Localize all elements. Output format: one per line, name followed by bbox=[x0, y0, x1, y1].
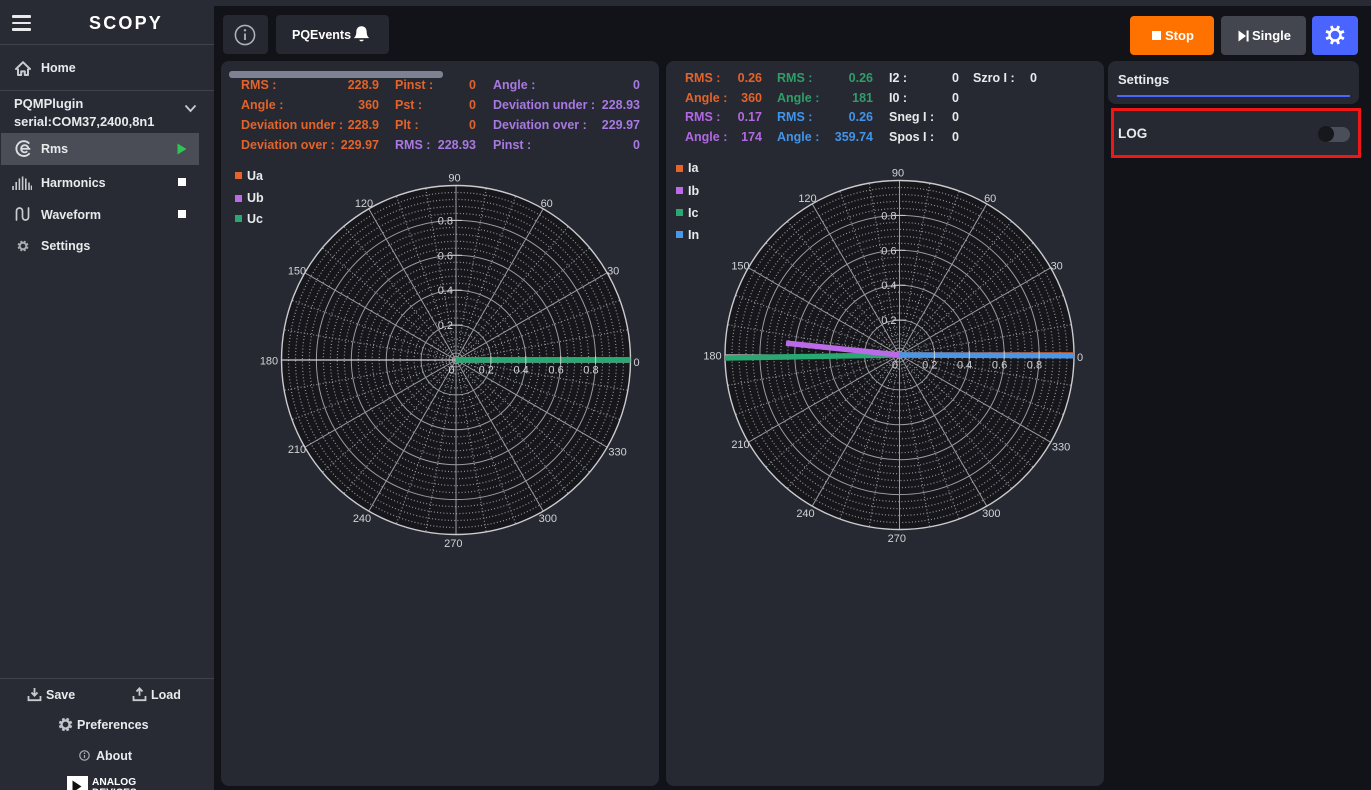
svg-text:120: 120 bbox=[355, 198, 373, 210]
svg-text:270: 270 bbox=[444, 538, 462, 550]
svg-text:150: 150 bbox=[731, 261, 749, 273]
svg-text:300: 300 bbox=[539, 513, 557, 525]
svg-text:0: 0 bbox=[448, 365, 454, 377]
svg-text:120: 120 bbox=[798, 193, 816, 205]
svg-text:0.8: 0.8 bbox=[438, 215, 453, 227]
svg-text:0.6: 0.6 bbox=[438, 250, 453, 262]
svg-text:0.2: 0.2 bbox=[438, 320, 453, 332]
svg-text:330: 330 bbox=[608, 446, 626, 458]
svg-text:90: 90 bbox=[892, 168, 904, 180]
svg-text:210: 210 bbox=[731, 439, 749, 451]
svg-text:ANALOG: ANALOG bbox=[92, 777, 136, 788]
svg-text:60: 60 bbox=[984, 193, 996, 205]
svg-text:180: 180 bbox=[260, 355, 278, 367]
svg-text:0.8: 0.8 bbox=[1027, 360, 1042, 372]
svg-text:150: 150 bbox=[288, 266, 306, 278]
svg-text:0.4: 0.4 bbox=[438, 285, 453, 297]
svg-text:330: 330 bbox=[1052, 441, 1070, 453]
svg-text:30: 30 bbox=[1051, 261, 1063, 273]
svg-text:0.8: 0.8 bbox=[583, 365, 598, 377]
svg-text:0.2: 0.2 bbox=[881, 315, 896, 327]
svg-text:0.4: 0.4 bbox=[957, 360, 972, 372]
svg-text:0: 0 bbox=[892, 360, 898, 372]
svg-text:60: 60 bbox=[541, 198, 553, 210]
svg-text:240: 240 bbox=[353, 513, 371, 525]
svg-text:0.8: 0.8 bbox=[881, 210, 896, 222]
svg-text:30: 30 bbox=[607, 266, 619, 278]
svg-text:180: 180 bbox=[703, 350, 721, 362]
svg-text:240: 240 bbox=[796, 508, 814, 520]
svg-text:0.4: 0.4 bbox=[881, 280, 896, 292]
svg-text:0.2: 0.2 bbox=[922, 360, 937, 372]
svg-text:0.6: 0.6 bbox=[992, 360, 1007, 372]
svg-text:0: 0 bbox=[1077, 352, 1083, 364]
svg-text:210: 210 bbox=[288, 444, 306, 456]
svg-text:0.6: 0.6 bbox=[881, 245, 896, 257]
svg-text:0.4: 0.4 bbox=[514, 365, 529, 377]
svg-text:0.6: 0.6 bbox=[548, 365, 563, 377]
svg-text:0: 0 bbox=[633, 357, 639, 369]
svg-text:270: 270 bbox=[888, 533, 906, 545]
svg-text:90: 90 bbox=[448, 173, 460, 185]
svg-text:300: 300 bbox=[982, 508, 1000, 520]
svg-text:0.2: 0.2 bbox=[479, 365, 494, 377]
